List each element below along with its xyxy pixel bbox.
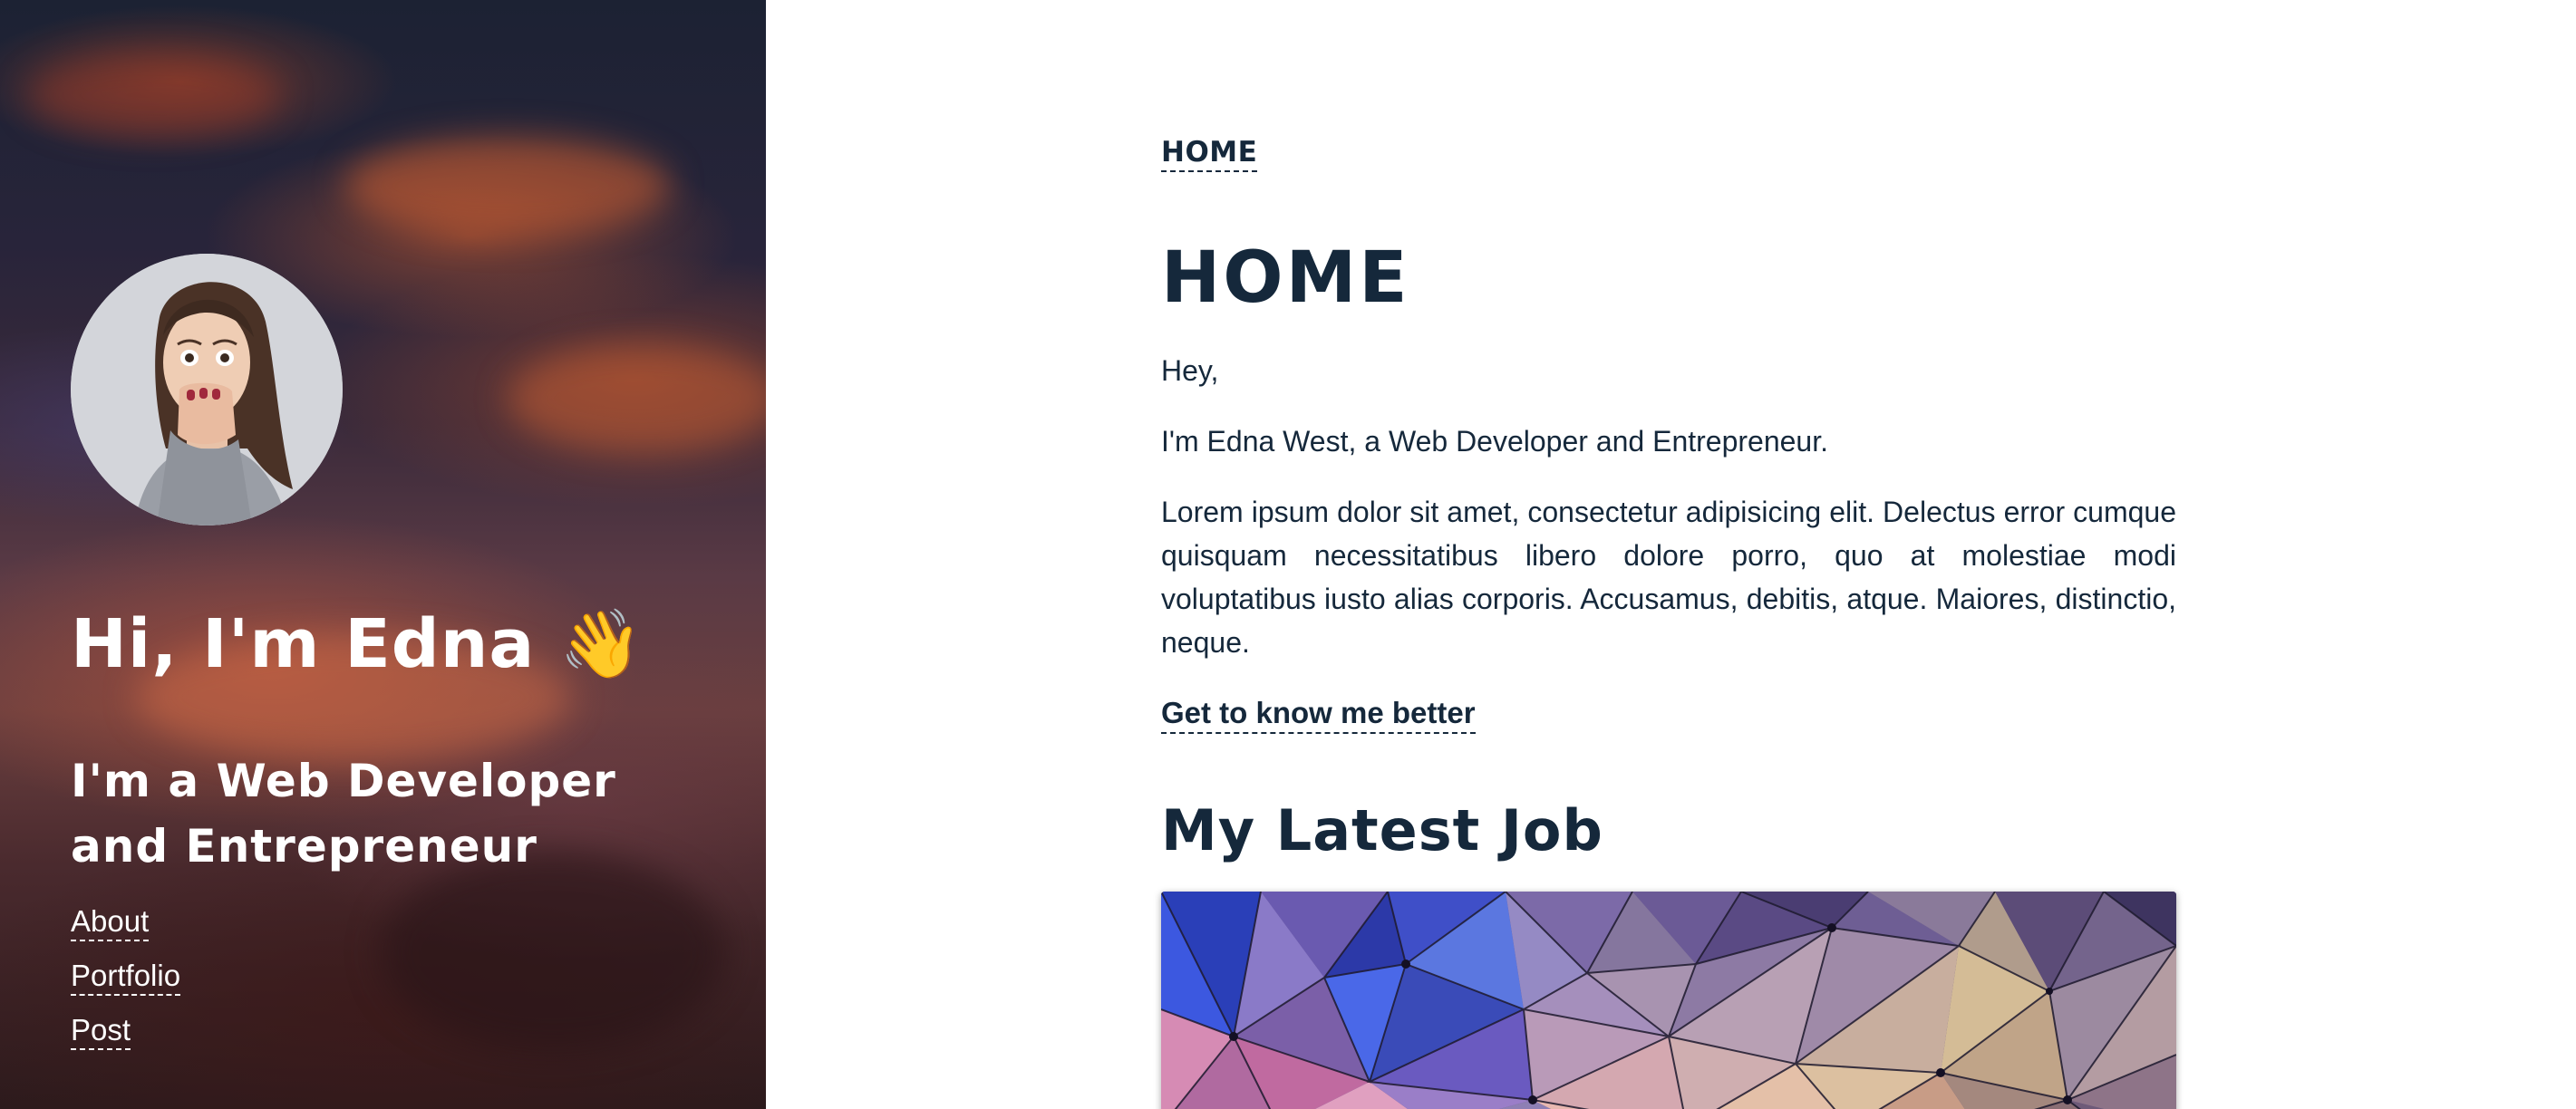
sidebar-nav-item-post: Post: [71, 1013, 180, 1050]
breadcrumb-home[interactable]: HOME: [1161, 136, 1258, 172]
hero-greeting: Hi, I'm Edna 👋: [71, 605, 644, 683]
page-title: HOME: [1161, 237, 1410, 319]
intro-greeting: Hey,: [1161, 354, 1219, 387]
intro-line: I'm Edna West, a Web Developer and Entre…: [1161, 425, 1828, 458]
sidebar-nav-item-about: About: [71, 904, 180, 941]
hero-subtitle: I'm a Web Developer and Entrepreneur: [71, 755, 616, 873]
nav-link-portfolio[interactable]: Portfolio: [71, 959, 181, 996]
nav-link-post[interactable]: Post: [71, 1013, 131, 1050]
sky-cloud: [27, 54, 281, 136]
page: Hi, I'm Edna 👋 I'm a Web Developer and E…: [0, 0, 2576, 1109]
nav-link-about[interactable]: About: [71, 904, 150, 941]
intro-paragraph: Lorem ipsum dolor sit amet, consectetur …: [1161, 496, 2176, 659]
sky-cloud: [508, 344, 766, 453]
avatar: [71, 254, 343, 526]
sidebar-nav: About Portfolio Post: [71, 904, 181, 1067]
geometric-artwork: [1161, 892, 2176, 1109]
sidebar: Hi, I'm Edna 👋 I'm a Web Developer and E…: [0, 0, 766, 1109]
about-me-link[interactable]: Get to know me better: [1161, 696, 1476, 734]
sky-cloud: [381, 852, 725, 1051]
sky-cloud: [344, 136, 671, 236]
avatar-portrait: [71, 254, 343, 526]
latest-job-image[interactable]: [1161, 892, 2176, 1109]
section-title-latest-job: My Latest Job: [1161, 797, 1603, 863]
main-content: HOME HOME Hey, I'm Edna West, a Web Deve…: [766, 0, 2576, 1109]
sidebar-nav-item-portfolio: Portfolio: [71, 959, 181, 996]
